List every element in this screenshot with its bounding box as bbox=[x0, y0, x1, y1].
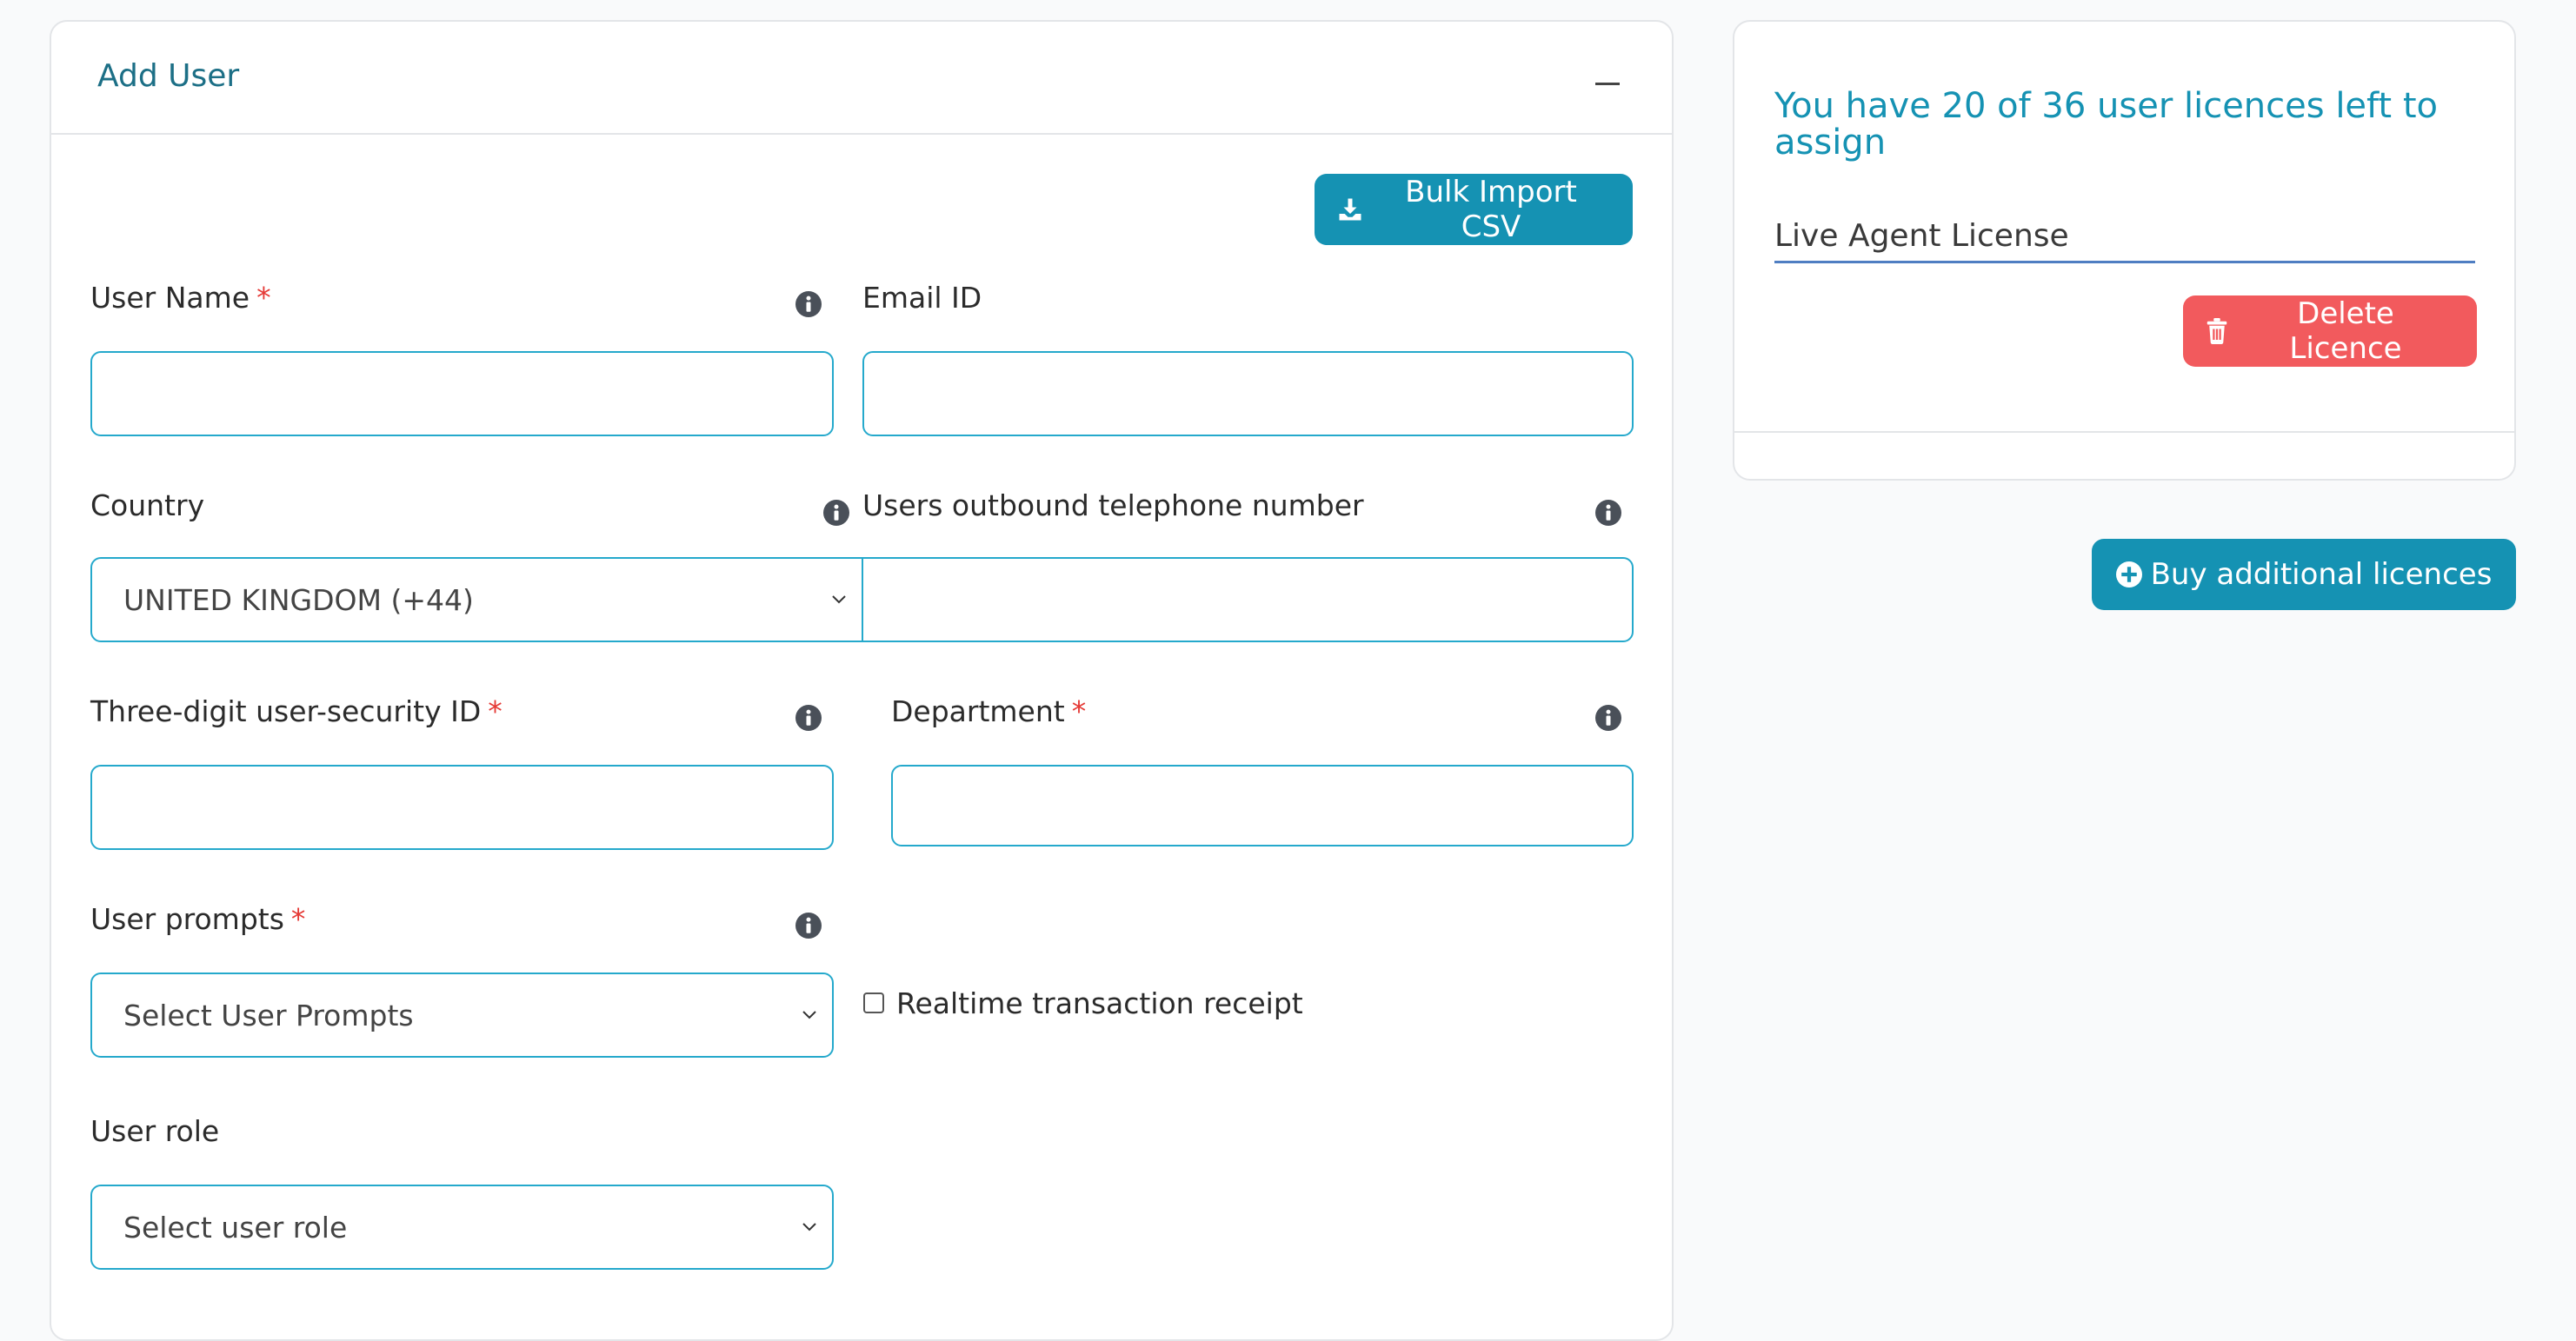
required-mark: * bbox=[290, 902, 306, 936]
outbound-phone-input[interactable] bbox=[862, 557, 1634, 642]
outbound-phone-label: Users outbound telephone number bbox=[862, 488, 1364, 522]
bulk-import-csv-button[interactable]: Bulk Import CSV bbox=[1315, 174, 1633, 245]
buy-licences-label: Buy additional licences bbox=[2150, 557, 2493, 592]
info-icon[interactable] bbox=[795, 291, 822, 317]
licence-divider bbox=[1774, 261, 2475, 263]
chevron-down-icon bbox=[802, 1223, 816, 1231]
add-user-title: Add User bbox=[97, 58, 240, 94]
add-user-header: Add User bbox=[51, 22, 1672, 135]
info-icon[interactable] bbox=[795, 913, 822, 939]
user-prompts-label: User prompts * bbox=[90, 902, 306, 936]
required-mark: * bbox=[256, 281, 271, 315]
required-mark: * bbox=[1071, 694, 1087, 728]
info-icon[interactable] bbox=[795, 705, 822, 731]
country-selected: UNITED KINGDOM (+44) bbox=[123, 582, 474, 617]
delete-licence-button[interactable]: Delete Licence bbox=[2183, 295, 2477, 367]
security-id-input[interactable] bbox=[90, 765, 834, 850]
licence-name: Live Agent License bbox=[1774, 218, 2069, 254]
user-prompts-select[interactable]: Select User Prompts bbox=[90, 973, 834, 1058]
info-icon[interactable] bbox=[823, 500, 849, 526]
licences-card: You have 20 of 36 user licences left to … bbox=[1733, 20, 2516, 481]
user-name-input[interactable] bbox=[90, 351, 834, 436]
licences-summary: You have 20 of 36 user licences left to … bbox=[1774, 86, 2438, 163]
add-user-card: Add User Bulk Import CSV User Name * Emai… bbox=[50, 20, 1674, 1341]
trash-icon bbox=[2207, 318, 2227, 344]
realtime-receipt-label: Realtime transaction receipt bbox=[896, 986, 1303, 1020]
user-role-label: User role bbox=[90, 1114, 220, 1148]
user-role-select[interactable]: Select user role bbox=[90, 1185, 834, 1270]
user-prompts-selected: Select User Prompts bbox=[123, 998, 414, 1032]
security-id-label: Three-digit user-security ID * bbox=[90, 694, 503, 728]
country-label: Country bbox=[90, 488, 205, 522]
download-icon bbox=[1339, 198, 1361, 221]
user-role-selected: Select user role bbox=[123, 1210, 348, 1245]
delete-licence-label: Delete Licence bbox=[2289, 296, 2402, 366]
info-icon[interactable] bbox=[1595, 500, 1621, 526]
bulk-import-label: Bulk Import CSV bbox=[1405, 175, 1577, 244]
info-icon[interactable] bbox=[1595, 705, 1621, 731]
plus-circle-icon bbox=[2115, 561, 2142, 588]
email-input[interactable] bbox=[862, 351, 1634, 436]
minus-icon[interactable] bbox=[1595, 70, 1621, 96]
chevron-down-icon bbox=[802, 1011, 816, 1019]
required-mark: * bbox=[488, 694, 503, 728]
licences-footer-divider bbox=[1734, 431, 2514, 433]
buy-additional-licences-button[interactable]: Buy additional licences bbox=[2092, 539, 2516, 610]
department-label: Department * bbox=[891, 694, 1087, 728]
realtime-receipt-checkbox[interactable] bbox=[863, 992, 884, 1013]
user-name-label: User Name * bbox=[90, 281, 271, 315]
email-label: Email ID bbox=[862, 281, 982, 315]
chevron-down-icon bbox=[832, 595, 846, 604]
country-select[interactable]: UNITED KINGDOM (+44) bbox=[90, 557, 863, 642]
department-input[interactable] bbox=[891, 765, 1634, 846]
